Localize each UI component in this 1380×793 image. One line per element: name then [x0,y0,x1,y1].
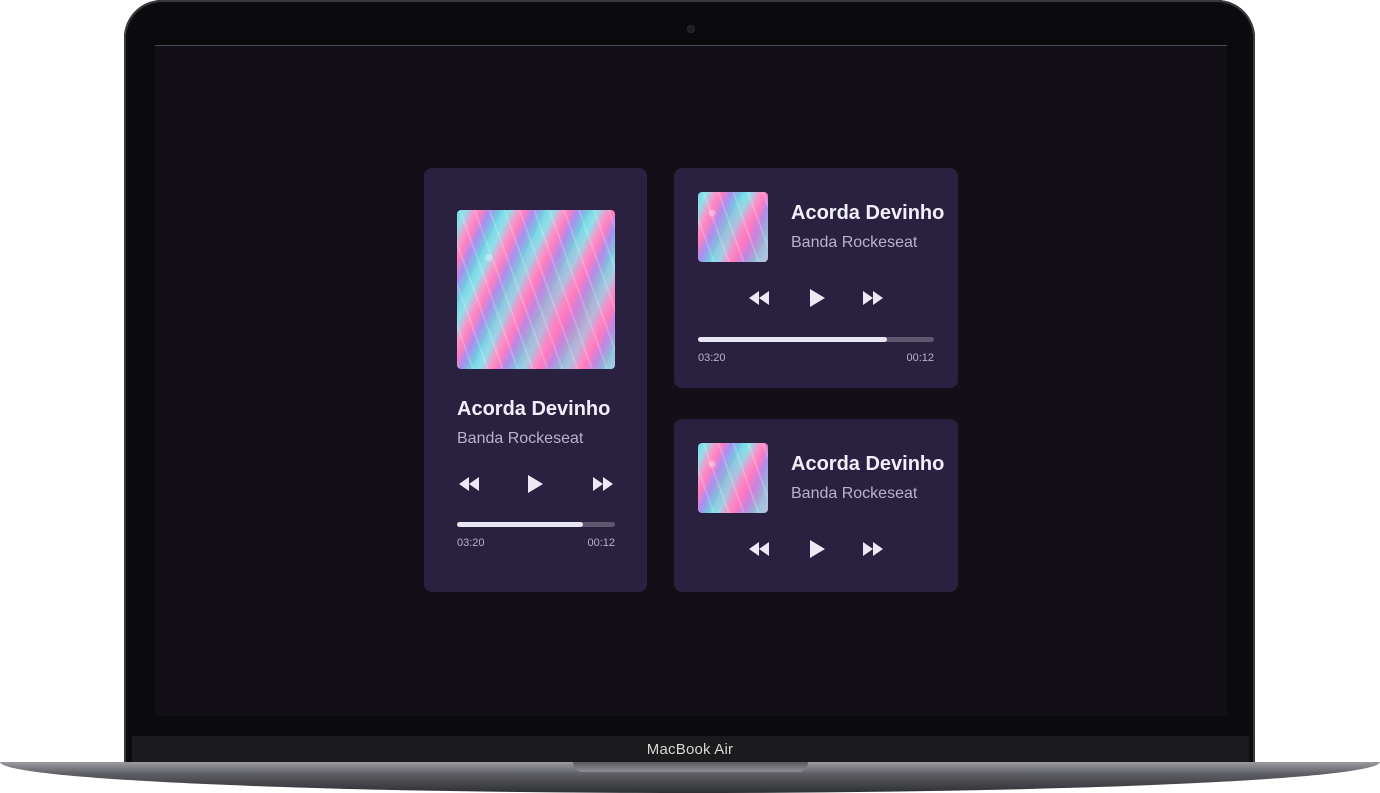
album-cover [698,192,768,262]
track-title: Acorda Devinho [791,202,945,224]
device-label: MacBook Air [646,741,734,758]
track-artist: Banda Rockeseat [791,485,918,502]
previous-button[interactable] [747,290,771,306]
play-button[interactable] [525,474,545,494]
rewind-icon [749,542,769,556]
progress-fill [457,522,584,527]
remaining-time: 00:12 [906,352,934,364]
next-button[interactable] [861,290,885,306]
fast-forward-icon [863,291,883,305]
progress-bar[interactable] [457,522,615,527]
player-card-small: Acorda Devinho Banda Rockeseat [674,419,958,592]
rewind-icon [749,291,769,305]
player-card-medium: Acorda Devinho Banda Rockeseat 03:20 00:… [674,168,958,388]
play-icon [528,475,543,493]
camera-icon [688,26,694,32]
track-title: Acorda Devinho [791,453,945,475]
play-icon [810,289,825,307]
previous-button[interactable] [747,541,771,557]
album-cover [698,443,768,513]
fast-forward-icon [593,477,613,491]
play-icon [810,540,825,558]
previous-button[interactable] [457,476,481,492]
fast-forward-icon [863,542,883,556]
rewind-icon [459,477,479,491]
progress-bar[interactable] [698,337,934,342]
play-button[interactable] [807,288,827,308]
play-button[interactable] [807,539,827,559]
next-button[interactable] [861,541,885,557]
elapsed-time: 03:20 [457,537,485,549]
elapsed-time: 03:20 [698,352,726,364]
laptop-notch [573,762,808,772]
album-cover [457,210,615,369]
player-card-large: Acorda Devinho Banda Rockeseat 03:20 00:… [424,168,647,592]
next-button[interactable] [591,476,615,492]
track-title: Acorda Devinho [457,398,611,420]
track-artist: Banda Rockeseat [791,234,918,251]
remaining-time: 00:12 [587,537,615,549]
progress-fill [698,337,887,342]
track-artist: Banda Rockeseat [457,430,584,447]
